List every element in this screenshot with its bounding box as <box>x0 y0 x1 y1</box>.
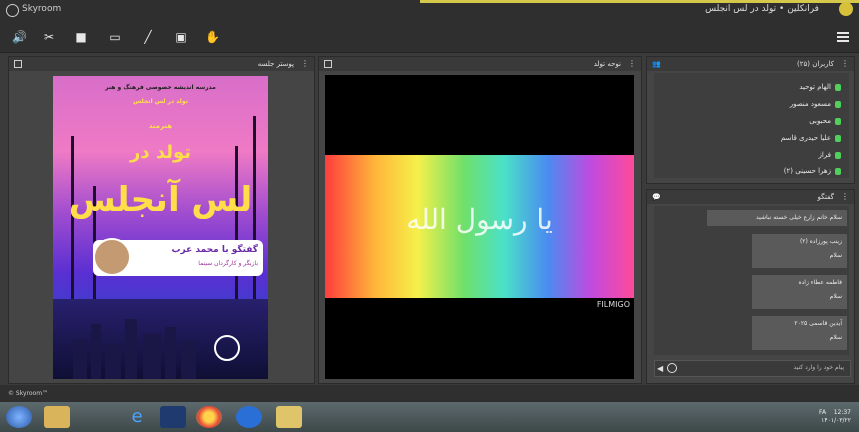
chat-message: زینب پورزاده (۲) سلام <box>752 234 847 268</box>
photoshop-icon[interactable] <box>160 406 186 428</box>
user-name: الهام توحید <box>799 83 831 91</box>
user-row[interactable]: علیا حیدری قاسم <box>781 132 841 144</box>
user-name: علیا حیدری قاسم <box>780 134 831 142</box>
user-row[interactable]: فراز <box>818 149 841 161</box>
chat-message-body: سلام <box>829 293 842 300</box>
folder-icon[interactable] <box>276 406 302 428</box>
clock-time: 12:37 <box>833 409 851 416</box>
video-calligraphy: یا رسول الله <box>406 203 553 236</box>
video-panel-header: نوحه تولد ⋮ <box>319 57 641 71</box>
chat-message-body: سلام <box>829 334 842 341</box>
document-panel-header: پوستر جلسه ⋮ <box>9 57 314 71</box>
user-row[interactable]: الهام توحید <box>799 81 841 93</box>
user-icon <box>835 117 841 125</box>
whiteboard-icon[interactable]: ▣ <box>174 30 188 44</box>
poster-heading: تولد در <box>129 142 192 163</box>
users-panel-header: 👥 کاربران (۲۵) ⋮ <box>647 57 854 71</box>
users-list: الهام توحید مسعود منصور محبوبی علیا حیدر… <box>654 73 849 178</box>
user-name: مسعود منصور <box>789 100 831 108</box>
poster-title: لس آنجلس <box>68 180 253 220</box>
clock-date: ۱۴۰۱/۰۳/۲۲ <box>821 417 851 424</box>
user-row[interactable]: محبوبی <box>809 115 841 127</box>
language-indicator[interactable]: FA <box>819 409 826 416</box>
camera-icon[interactable]: ■ <box>74 30 88 44</box>
user-avatar[interactable] <box>839 2 853 16</box>
edge-icon[interactable]: e <box>124 406 150 428</box>
video-frame: یا رسول الله <box>325 155 634 298</box>
chat-panel-header: 💬 گفتگو ⋮ <box>647 190 854 204</box>
file-explorer-icon[interactable] <box>44 406 70 428</box>
user-name: محبوبی <box>809 117 831 125</box>
main-toolbar: 🔊 ✂ ■ ▭ ╱ ▣ ✋ <box>0 22 859 53</box>
accent-strip <box>420 0 859 3</box>
screen-share-icon[interactable]: ▭ <box>108 30 122 44</box>
user-icon <box>835 167 841 175</box>
chat-message: فاطمه عطاء زاده سلام <box>752 275 847 309</box>
user-name: فراز <box>818 151 831 159</box>
chat-message-title: فاطمه عطاء زاده <box>798 279 842 286</box>
chat-panel-title: گفتگو <box>817 193 834 201</box>
poster-logo-icon <box>214 335 240 361</box>
session-title: فرانکلین • تولد در لس انجلس <box>705 4 819 14</box>
poster-label: هنرمند <box>148 122 173 130</box>
user-name: زهرا حسینی (۲) <box>783 167 831 175</box>
start-icon[interactable] <box>6 406 32 428</box>
footer-brand: © Skyroom™ <box>8 390 49 397</box>
more-options-icon[interactable]: ⋮ <box>628 59 636 68</box>
chat-message: سلام خانم زارع خیلی خسته نباشید <box>707 210 847 226</box>
fullscreen-icon[interactable] <box>14 60 22 68</box>
mic-off-icon[interactable]: ✂ <box>42 30 56 44</box>
chat-input[interactable]: ◀ پیام خود را وارد کنید <box>654 360 851 377</box>
user-row[interactable]: مسعود منصور <box>790 98 841 110</box>
document-panel-title: پوستر جلسه <box>257 60 294 68</box>
user-icon <box>835 83 841 91</box>
chat-icon: 💬 <box>652 193 661 201</box>
video-player[interactable]: یا رسول الله FILMIGO <box>325 75 634 379</box>
fullscreen-icon[interactable] <box>324 60 332 68</box>
os-taskbar: e FA 12:37 ۱۴۰۱/۰۳/۲۲ <box>0 402 859 432</box>
chat-message-text: سلام خانم زارع خیلی خسته نباشید <box>756 214 842 221</box>
chat-message-title: زینب پورزاده (۲) <box>799 238 842 245</box>
emoji-icon[interactable] <box>667 363 677 373</box>
app-footer: © Skyroom™ <box>0 385 859 402</box>
poster-school: مدرسه اندیشه خصوصی فرهنگ و هنر <box>105 84 216 91</box>
chat-message: آیدین قاسمی ۲۰۲۵ سلام <box>752 316 847 350</box>
users-panel-title: کاربران (۲۵) <box>797 60 834 68</box>
more-options-icon[interactable]: ⋮ <box>301 59 309 68</box>
user-icon <box>835 151 841 159</box>
chat-input-placeholder: پیام خود را وارد کنید <box>793 364 844 371</box>
chat-messages: سلام خانم زارع خیلی خسته نباشید زینب پور… <box>654 206 849 355</box>
send-icon[interactable]: ◀ <box>657 364 663 373</box>
raise-hand-icon[interactable]: ✋ <box>205 30 220 44</box>
users-icon: 👥 <box>652 60 661 68</box>
pen-icon[interactable]: ╱ <box>141 30 155 44</box>
media-icon[interactable] <box>236 406 262 428</box>
window-titlebar: Skyroom فرانکلین • تولد در لس انجلس <box>0 0 859 22</box>
system-tray: FA 12:37 ۱۴۰۱/۰۳/۲۲ <box>819 409 851 425</box>
more-options-icon[interactable]: ⋮ <box>841 192 849 201</box>
video-watermark: FILMIGO <box>596 300 630 309</box>
speaker-icon[interactable]: 🔊 <box>12 30 27 44</box>
chrome-icon[interactable] <box>196 406 222 428</box>
poster-subtitle: تولد در لس انجلس <box>133 98 188 105</box>
more-options-icon[interactable]: ⋮ <box>841 59 849 68</box>
poster-image: مدرسه اندیشه خصوصی فرهنگ و هنر تولد در ل… <box>53 76 268 379</box>
menu-icon[interactable] <box>837 32 849 42</box>
user-row[interactable]: زهرا حسینی (۲) <box>784 165 841 177</box>
chat-message-title: آیدین قاسمی ۲۰۲۵ <box>794 320 842 327</box>
chat-message-body: سلام <box>829 252 842 259</box>
power-icon[interactable] <box>6 4 19 17</box>
user-icon <box>835 134 841 142</box>
guest-photo <box>93 238 131 276</box>
app-title: Skyroom <box>22 4 62 14</box>
video-panel-title: نوحه تولد <box>593 60 621 68</box>
user-icon <box>835 100 841 108</box>
